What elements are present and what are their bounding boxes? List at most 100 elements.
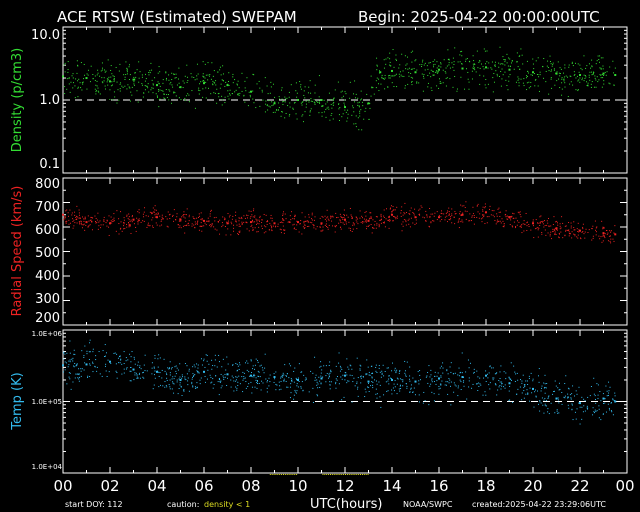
speed-point [528,223,530,225]
speed-point [306,225,308,227]
density-point [572,65,574,67]
density-point [349,97,351,99]
density-point [376,57,378,59]
density-point [384,74,386,76]
density-point [148,74,150,76]
temp-point [430,374,432,376]
temp-point [569,394,571,396]
density-point [310,98,312,100]
density-point [244,87,246,89]
density-point [359,112,361,114]
density-point [472,63,474,65]
caution-marker [348,474,350,475]
speed-point [407,219,409,221]
temp-point [166,379,168,381]
speed-point [422,216,424,218]
speed-point [512,212,514,214]
density-point [176,84,178,86]
temp-point [159,357,161,359]
speed-point [388,227,390,229]
density-point [345,93,347,95]
speed-point [519,214,521,216]
temp-point [375,364,377,366]
density-point [507,89,509,91]
temp-point [593,377,595,379]
density-point [64,86,66,88]
density-point [116,81,118,83]
density-point [389,58,391,60]
density-point [247,105,249,107]
speed-point [549,235,551,237]
density-point [117,89,119,91]
density-point [113,77,115,79]
speed-point [201,225,203,227]
temp-point [524,385,526,387]
temp-point [526,380,528,382]
temp-point [612,399,614,401]
density-point [371,87,373,89]
temp-point [504,384,506,386]
density-point [296,118,298,120]
speed-point [433,220,435,222]
speed-point [468,220,470,222]
density-point [360,99,362,101]
temp-point [544,374,546,376]
speed-point [123,225,125,227]
density-point [213,70,215,72]
speed-point [558,237,560,239]
density-point [180,99,182,101]
speed-point [222,224,224,226]
density-point [434,63,436,65]
speed-point [483,215,485,217]
xtick-04: 04 [147,477,166,495]
density-point [352,107,354,109]
temp-point [498,379,500,381]
density-point [72,77,74,79]
speed-point [294,214,296,216]
temp-point [244,362,246,364]
speed-point [491,210,493,212]
speed-point [591,239,593,241]
speed-point [448,211,450,213]
temp-point [375,388,377,390]
speed-point [509,224,511,226]
speed-point [272,225,274,227]
density-point [410,51,412,53]
temp-point [607,394,609,396]
density-point [104,71,106,73]
density-point [175,73,177,75]
temp-point [440,365,442,367]
speed-point [301,212,303,214]
temp-point [500,388,502,390]
speed-point [462,212,464,214]
density-point [498,62,500,64]
speed-point [241,224,243,226]
temp-point [284,364,286,366]
speed-point [154,205,156,207]
temp-point [343,396,345,398]
temp-point [184,376,186,378]
temp-point [521,392,523,394]
temp-point [606,395,608,397]
density-point [115,66,117,68]
temp-point [133,356,135,358]
density-point [310,100,312,102]
density-point [602,72,605,75]
speed-point [66,220,68,222]
temp-point [442,372,444,374]
density-point [452,86,454,88]
speed-point [343,214,345,216]
density-point [534,85,536,87]
temp-point [570,397,572,399]
density-point [537,85,539,87]
temp-point [550,402,552,404]
temp-point [450,371,452,373]
speed-point [353,223,355,225]
speed-point [438,214,440,216]
density-point [210,78,212,80]
density-ytick-0-1: 0.1 [39,157,60,172]
temp-point [598,405,600,407]
speed-point [201,218,203,220]
density-point [466,68,468,70]
temp-point [328,373,330,375]
